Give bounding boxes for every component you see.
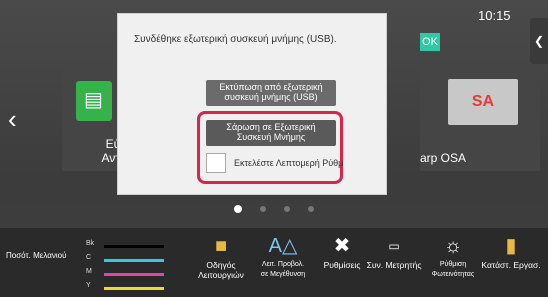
dialog-message: Συνδέθηκε εξωτερική συσκευή μνήμης (USB)… bbox=[134, 34, 337, 45]
button-label: Εκτύπωση από εξωτερική bbox=[219, 82, 323, 92]
modal-overlay: Συνδέθηκε εξωτερική συσκευή μνήμης (USB)… bbox=[0, 0, 548, 297]
detailed-setting-checkbox[interactable] bbox=[206, 153, 226, 173]
ok-button[interactable]: OK bbox=[420, 33, 440, 51]
scan-to-usb-button[interactable]: Σάρωση σε Εξωτερική Συσκευή Μνήμης bbox=[206, 120, 336, 146]
print-from-usb-button[interactable]: Εκτύπωση από εξωτερική συσκευή μνήμης (U… bbox=[206, 80, 336, 106]
detailed-setting-option[interactable]: Εκτελέστε Λεπτομερή Ρύθμ bbox=[206, 153, 343, 175]
checkbox-label: Εκτελέστε Λεπτομερή Ρύθμ bbox=[234, 158, 344, 168]
usb-dialog: Συνδέθηκε εξωτερική συσκευή μνήμης (USB)… bbox=[117, 13, 440, 195]
touch-panel-screen: 10:15 ❮ ‹ › Εύκολ Αντιγρα SA arp OSA Ποσ… bbox=[0, 0, 548, 297]
button-label: Συσκευή Μνήμης bbox=[236, 132, 306, 142]
button-label: συσκευή μνήμης (USB) bbox=[224, 92, 318, 102]
button-label: Σάρωση σε Εξωτερική bbox=[226, 122, 316, 132]
